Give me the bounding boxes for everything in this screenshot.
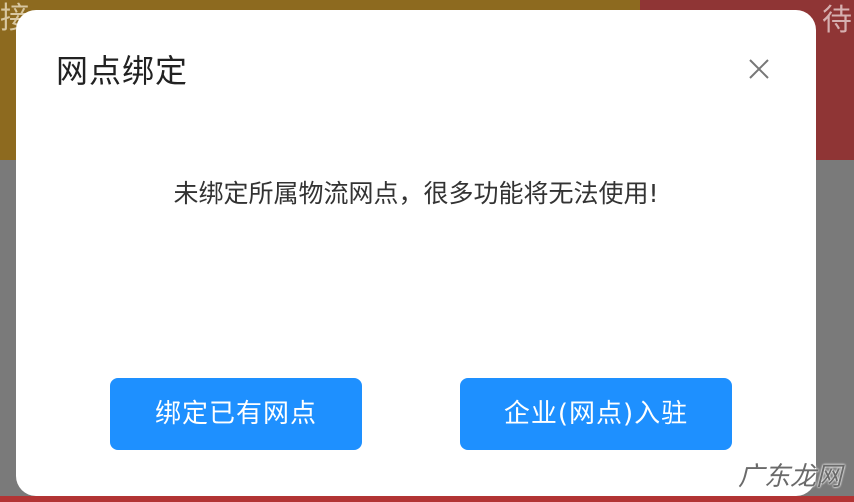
app-screen: 接 待 网点绑定 未绑定所属物流网点，很多功能将无法使用! 绑定已有网点 企业(… bbox=[0, 0, 854, 502]
dialog-title: 网点绑定 bbox=[56, 52, 189, 90]
background-text-right: 待 bbox=[822, 3, 852, 38]
bind-outlet-dialog: 网点绑定 未绑定所属物流网点，很多功能将无法使用! 绑定已有网点 企业(网点)入… bbox=[16, 10, 816, 496]
close-button[interactable] bbox=[744, 54, 774, 84]
close-icon bbox=[749, 59, 769, 79]
watermark: 广东龙网 bbox=[737, 462, 842, 492]
dialog-message: 未绑定所属物流网点，很多功能将无法使用! bbox=[173, 179, 659, 208]
bind-existing-outlet-button[interactable]: 绑定已有网点 bbox=[110, 378, 362, 450]
enterprise-join-button[interactable]: 企业(网点)入驻 bbox=[460, 378, 732, 450]
background-bottom-bar bbox=[0, 496, 854, 502]
